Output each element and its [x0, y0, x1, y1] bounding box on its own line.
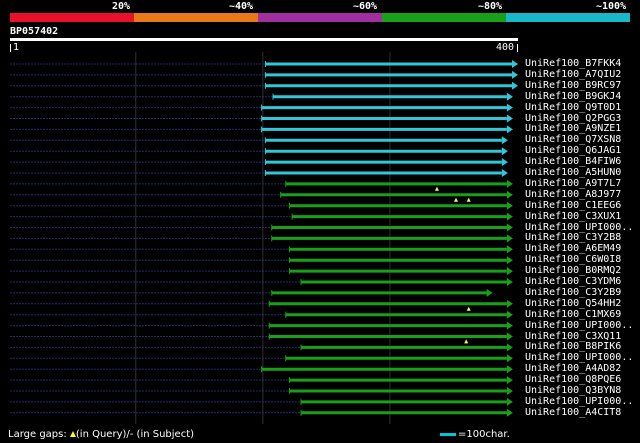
hit-label[interactable]: UniRef100_B7FKK4	[525, 58, 621, 69]
hit-end-arrow	[506, 223, 513, 232]
query-gap-marker	[434, 186, 439, 191]
hit-label[interactable]: UniRef100_C6W0I8	[525, 254, 621, 265]
hit-end-arrow	[506, 299, 513, 308]
hit-label[interactable]: UniRef100_B0RMQ2	[525, 265, 621, 276]
hit-end-arrow	[512, 81, 518, 90]
hit-label[interactable]: UniRef100_A9NZE1	[525, 123, 621, 134]
legend-scale: =100char.	[440, 429, 510, 440]
hit-end-arrow	[501, 158, 508, 167]
hit-label[interactable]: UniRef100_Q9T0D1	[525, 102, 621, 113]
hit-end-arrow	[506, 408, 513, 417]
hit-label[interactable]: UniRef100_C3XQ11	[525, 331, 621, 342]
hit-label[interactable]: UniRef100_B9GKJ4	[525, 91, 621, 102]
hit-end-arrow	[506, 179, 513, 188]
legend-gaps-subject: - (in Subject)	[129, 429, 195, 440]
query-gap-marker	[466, 197, 471, 202]
hit-label[interactable]: UniRef100_Q6JAG1	[525, 145, 621, 156]
hit-end-arrow	[506, 245, 513, 254]
hit-label[interactable]: UniRef100_A8J977	[525, 189, 621, 200]
hit-end-arrow	[506, 125, 513, 134]
hit-label[interactable]: UniRef100_B8PIK6	[525, 341, 621, 352]
hit-end-arrow	[501, 136, 508, 145]
hit-end-arrow	[506, 278, 513, 286]
hit-label[interactable]: UniRef100_B4FIW6	[525, 156, 621, 167]
hit-label[interactable]: UniRef100_UPI000..	[525, 352, 633, 363]
hit-label[interactable]: UniRef100_A7QIU2	[525, 69, 621, 80]
hit-label[interactable]: UniRef100_C1EEG6	[525, 200, 621, 211]
scale-line-icon	[440, 432, 456, 436]
hit-end-arrow	[506, 234, 513, 243]
hit-label[interactable]: UniRef100_Q54HH2	[525, 298, 621, 309]
hit-end-arrow	[506, 201, 513, 210]
hit-label[interactable]: UniRef100_C3Y2B8	[525, 232, 621, 243]
hit-end-arrow	[506, 190, 513, 199]
hit-label[interactable]: UniRef100_A9T7L7	[525, 178, 621, 189]
hit-label[interactable]: UniRef100_UPI000..	[525, 320, 633, 331]
hit-end-arrow	[506, 310, 513, 319]
hit-end-arrow	[506, 365, 513, 374]
hit-end-arrow	[506, 256, 513, 265]
query-gap-marker	[454, 197, 459, 202]
hit-label[interactable]: UniRef100_B9RC97	[525, 80, 621, 91]
hit-end-arrow	[506, 343, 513, 352]
hit-label[interactable]: UniRef100_C3Y2B9	[525, 287, 621, 298]
hit-end-arrow	[506, 114, 513, 123]
hit-label[interactable]: UniRef100_C1MX69	[525, 309, 621, 320]
hit-label[interactable]: UniRef100_UPI000..	[525, 396, 633, 407]
legend-gaps-query: (in Query)/	[75, 429, 130, 440]
legend-gaps-prefix: Large gaps:	[8, 429, 67, 440]
hit-end-arrow	[501, 169, 508, 177]
hit-end-arrow	[506, 212, 513, 221]
hit-label[interactable]: UniRef100_A4AD82	[525, 363, 621, 374]
hit-end-arrow	[506, 387, 513, 395]
hit-label[interactable]: UniRef100_Q2PGG3	[525, 113, 621, 124]
hit-end-arrow	[486, 288, 493, 297]
hit-label[interactable]: UniRef100_C3YDM6	[525, 276, 621, 287]
hit-end-arrow	[506, 354, 513, 363]
hit-end-arrow	[506, 321, 513, 330]
hit-end-arrow	[501, 147, 508, 156]
hit-end-arrow	[506, 92, 513, 101]
hit-end-arrow	[512, 60, 518, 68]
hit-end-arrow	[512, 70, 518, 79]
hit-label[interactable]: UniRef100_UPI000..	[525, 222, 633, 233]
hit-label[interactable]: UniRef100_Q8PQE6	[525, 374, 621, 385]
hit-label[interactable]: UniRef100_C3XUX1	[525, 211, 621, 222]
hit-label[interactable]: UniRef100_A5HUN0	[525, 167, 621, 178]
hit-end-arrow	[506, 376, 513, 385]
query-gap-marker	[464, 339, 469, 344]
hit-label[interactable]: UniRef100_A4CIT8	[525, 407, 621, 418]
legend-scale-text: =100char.	[458, 429, 510, 440]
hit-end-arrow	[506, 332, 513, 341]
hit-end-arrow	[506, 267, 513, 276]
hit-end-arrow	[506, 103, 513, 112]
hit-label[interactable]: UniRef100_Q3BYN8	[525, 385, 621, 396]
hit-end-arrow	[506, 397, 513, 406]
legend-large-gaps: Large gaps: (in Query)/- (in Subject)	[8, 429, 194, 440]
query-gap-marker	[466, 306, 471, 311]
hit-label[interactable]: UniRef100_A6EM49	[525, 243, 621, 254]
hit-label[interactable]: UniRef100_Q7XSN8	[525, 134, 621, 145]
